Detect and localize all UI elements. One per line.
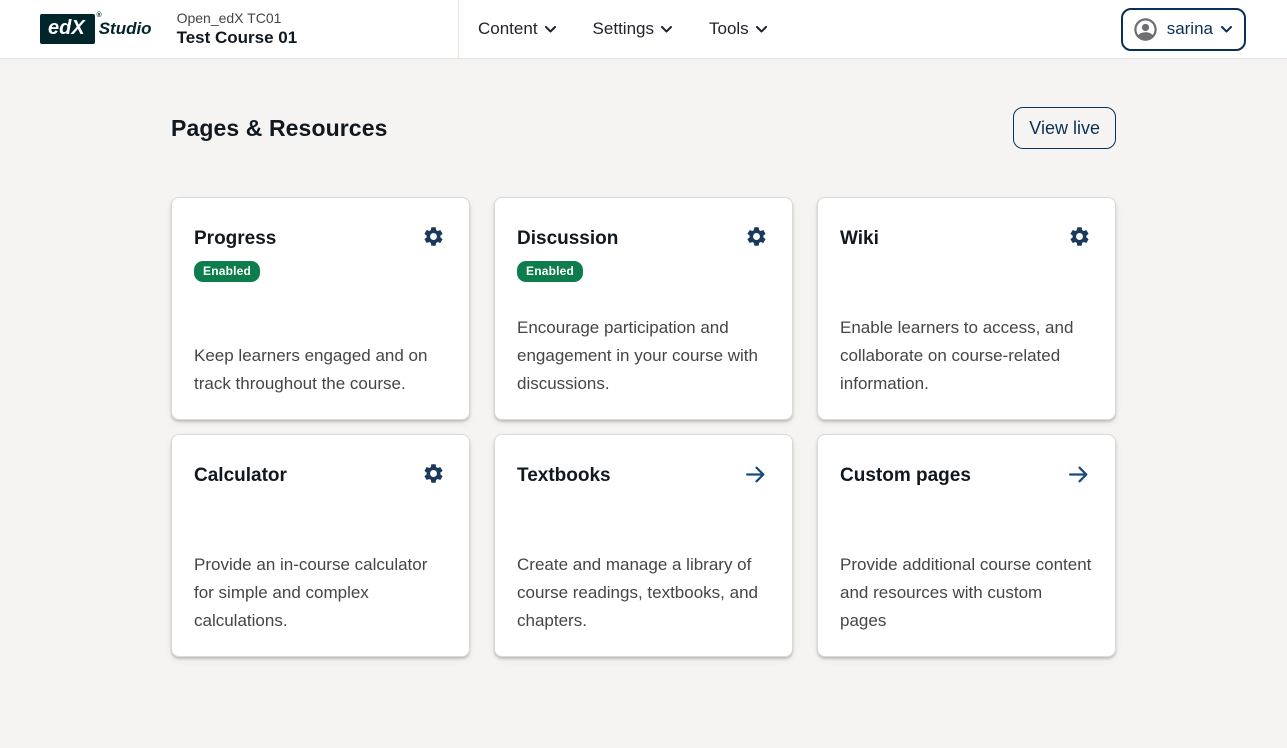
- card-description: Provide additional course content and re…: [840, 551, 1093, 635]
- account-circle-icon: [1132, 16, 1159, 43]
- calculator-settings-button[interactable]: [420, 460, 447, 487]
- card-header: Discussion: [517, 223, 770, 250]
- pages-resources-main: Pages & Resources View live Progress Ena…: [171, 59, 1116, 657]
- nav-content-menu[interactable]: Content: [478, 19, 556, 39]
- chevron-down-icon: [756, 26, 767, 33]
- page-title-row: Pages & Resources View live: [171, 107, 1116, 149]
- card-wiki: Wiki Enable learners to access, and coll…: [817, 197, 1116, 420]
- header-user-section: sarina: [1121, 0, 1287, 58]
- card-calculator: Calculator Provide an in-course calculat…: [171, 434, 470, 657]
- card-header: Custom pages: [840, 460, 1093, 489]
- header-brand-section: edX ® Studio Open_edX TC01 Test Course 0…: [0, 0, 459, 58]
- nav-tools-menu[interactable]: Tools: [709, 19, 767, 39]
- nav-settings-label: Settings: [593, 19, 654, 39]
- arrow-forward-icon: [1066, 475, 1091, 490]
- card-header: Textbooks: [517, 460, 770, 489]
- studio-logo-text: Studio: [99, 19, 152, 39]
- chevron-down-icon: [545, 26, 556, 33]
- card-title: Calculator: [194, 460, 287, 487]
- card-header: Wiki: [840, 223, 1093, 250]
- card-description: Keep learners engaged and on track throu…: [194, 342, 447, 398]
- nav-tools-label: Tools: [709, 19, 749, 39]
- edx-studio-logo[interactable]: edX ® Studio: [40, 14, 152, 44]
- card-title: Discussion: [517, 223, 618, 250]
- top-header: edX ® Studio Open_edX TC01 Test Course 0…: [0, 0, 1287, 59]
- settings-gear-icon: [422, 473, 445, 488]
- card-title: Wiki: [840, 223, 879, 250]
- course-title: Test Course 01: [177, 27, 298, 49]
- card-progress: Progress Enabled Keep learners engaged a…: [171, 197, 470, 420]
- card-textbooks: Textbooks Create and manage a library of…: [494, 434, 793, 657]
- discussion-settings-button[interactable]: [743, 223, 770, 250]
- card-custom-pages: Custom pages Provide additional course c…: [817, 434, 1116, 657]
- textbooks-open-button[interactable]: [741, 460, 770, 489]
- chevron-down-icon: [661, 26, 672, 33]
- course-info: Open_edX TC01 Test Course 01: [177, 9, 298, 49]
- wiki-settings-button[interactable]: [1066, 223, 1093, 250]
- page-title: Pages & Resources: [171, 115, 387, 142]
- nav-content-label: Content: [478, 19, 538, 39]
- settings-gear-icon: [745, 236, 768, 251]
- registered-mark: ®: [97, 12, 102, 20]
- card-title: Progress: [194, 223, 276, 250]
- enabled-badge: Enabled: [194, 261, 260, 282]
- card-description: Encourage participation and engagement i…: [517, 314, 770, 398]
- username-label: sarina: [1167, 19, 1213, 39]
- settings-gear-icon: [422, 236, 445, 251]
- card-description: Enable learners to access, and collabora…: [840, 314, 1093, 398]
- card-description: Create and manage a library of course re…: [517, 551, 770, 635]
- custom-pages-open-button[interactable]: [1064, 460, 1093, 489]
- edx-logo-box: edX ®: [40, 14, 95, 44]
- card-description: Provide an in-course calculator for simp…: [194, 551, 447, 635]
- card-title: Textbooks: [517, 460, 611, 487]
- course-org-number: Open_edX TC01: [177, 9, 298, 27]
- chevron-down-icon: [1221, 26, 1232, 33]
- arrow-forward-icon: [743, 475, 768, 490]
- view-live-button[interactable]: View live: [1013, 107, 1116, 149]
- progress-settings-button[interactable]: [420, 223, 447, 250]
- card-title: Custom pages: [840, 460, 971, 487]
- settings-gear-icon: [1068, 236, 1091, 251]
- enabled-badge: Enabled: [517, 261, 583, 282]
- cards-grid: Progress Enabled Keep learners engaged a…: [171, 197, 1116, 657]
- card-header: Progress: [194, 223, 447, 250]
- user-menu-button[interactable]: sarina: [1121, 8, 1246, 51]
- nav-settings-menu[interactable]: Settings: [593, 19, 672, 39]
- main-nav: Content Settings Tools: [459, 0, 767, 58]
- card-discussion: Discussion Enabled Encourage participati…: [494, 197, 793, 420]
- card-header: Calculator: [194, 460, 447, 487]
- edx-logo-text: edX: [48, 17, 85, 39]
